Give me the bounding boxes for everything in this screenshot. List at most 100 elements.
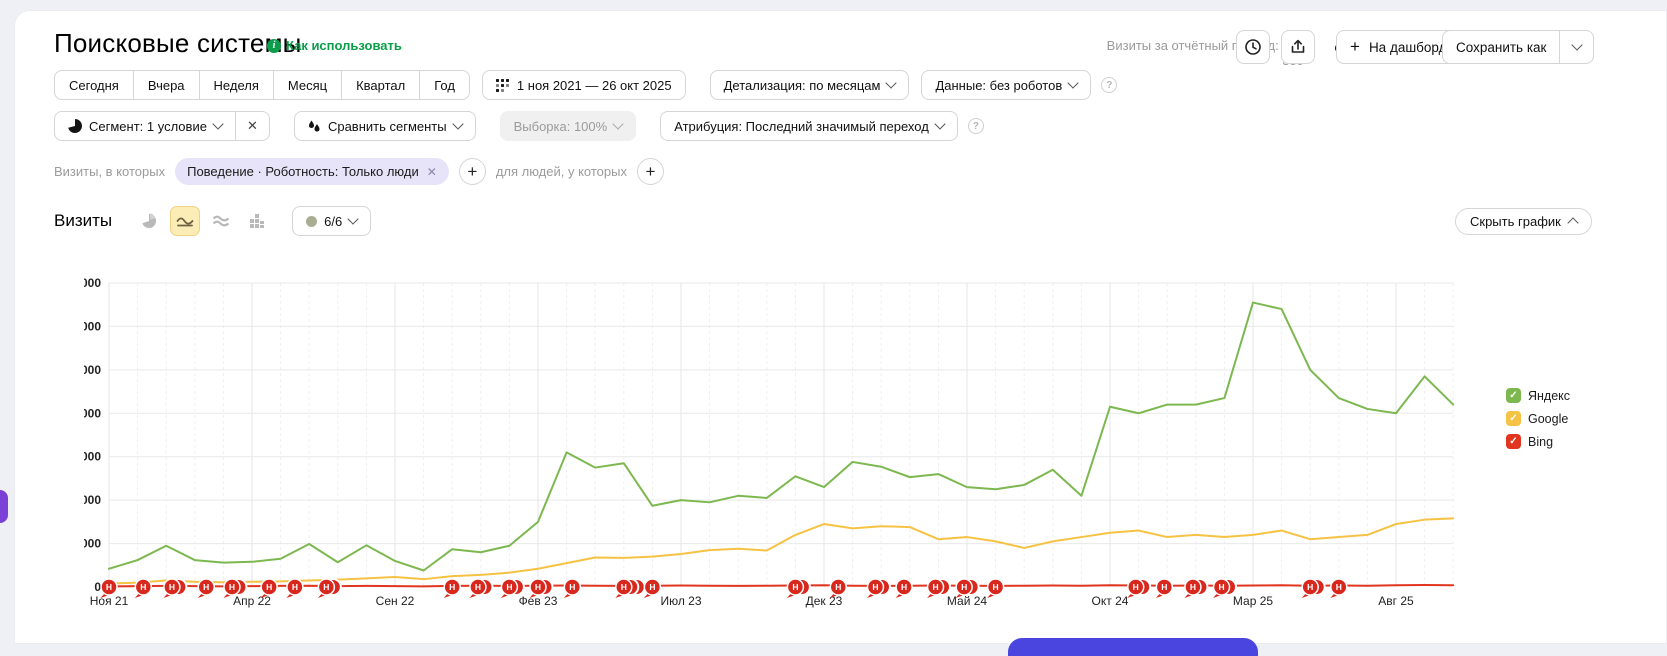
annotation-marker[interactable]: Н: [444, 579, 461, 598]
annotation-marker[interactable]: Н: [198, 579, 215, 598]
attribution-dropdown[interactable]: Атрибуция: Последний значимый переход: [660, 111, 958, 141]
save-as-menu-button[interactable]: [1560, 30, 1594, 64]
clock-icon: [1244, 38, 1262, 56]
legend-checkbox-icon[interactable]: ✓: [1506, 434, 1521, 449]
annotation-marker[interactable]: Н: [135, 579, 152, 598]
svg-text:Окт 24: Окт 24: [1092, 594, 1129, 608]
svg-text:Н: Н: [140, 582, 146, 592]
svg-text:Н: Н: [961, 582, 967, 592]
svg-text:Н: Н: [835, 582, 841, 592]
annotation-marker[interactable]: Н: [286, 579, 303, 598]
legend-item-яндекс[interactable]: ✓ Яндекс: [1506, 388, 1570, 403]
svg-text:2 000: 2 000: [84, 493, 101, 507]
legend-checkbox-icon[interactable]: ✓: [1506, 388, 1521, 403]
chart-type-line-button[interactable]: [170, 206, 200, 236]
svg-text:Фев 23: Фев 23: [519, 594, 558, 608]
svg-text:Н: Н: [169, 582, 175, 592]
columns-chart-icon: [249, 213, 265, 229]
annotation-marker[interactable]: Н: [896, 579, 913, 598]
preset-week-button[interactable]: Неделя: [199, 70, 274, 100]
annotation-marker[interactable]: Н: [987, 579, 1004, 598]
legend-item-bing[interactable]: ✓Bing: [1506, 434, 1570, 449]
svg-text:Авг 25: Авг 25: [1378, 594, 1414, 608]
legend-checkbox-icon[interactable]: ✓: [1506, 411, 1521, 426]
chart-type-columns-button[interactable]: [242, 206, 272, 236]
add-visit-filter-button[interactable]: +: [459, 158, 486, 185]
annotation-marker[interactable]: Н: [644, 579, 661, 598]
save-as-button[interactable]: Сохранить как: [1442, 30, 1560, 64]
remove-filter-icon[interactable]: ✕: [427, 165, 437, 179]
preset-month-button[interactable]: Месяц: [273, 70, 342, 100]
info-icon: i: [267, 39, 281, 53]
compare-segments-label: Сравнить сегменты: [328, 119, 447, 134]
chevron-down-icon: [1571, 39, 1582, 50]
page-title: Поисковые системы: [54, 28, 302, 59]
attribution-label: Атрибуция: Последний значимый переход: [674, 119, 929, 134]
calendar-icon: [496, 78, 510, 92]
save-as-split-button: Сохранить как: [1442, 30, 1594, 64]
preset-yesterday-button[interactable]: Вчера: [133, 70, 200, 100]
detail-dropdown[interactable]: Детализация: по месяцам: [710, 70, 910, 100]
export-button[interactable]: [1281, 30, 1315, 64]
filter-chip-robots[interactable]: Поведение · Роботность: Только люди ✕: [175, 158, 449, 185]
hide-chart-label: Скрыть график: [1470, 214, 1561, 229]
add-people-filter-button[interactable]: +: [637, 158, 664, 185]
preset-year-button[interactable]: Год: [419, 70, 470, 100]
svg-text:Н: Н: [292, 582, 298, 592]
svg-text:Н: Н: [1218, 582, 1224, 592]
svg-text:Мар 25: Мар 25: [1233, 594, 1273, 608]
svg-text:Н: Н: [323, 582, 329, 592]
chart-legend: ✓ Яндекс ✓Google ✓Bing: [1506, 388, 1570, 449]
how-to-use-link[interactable]: i Как использовать: [267, 38, 402, 53]
people-filter-label: для людей, у которых: [496, 164, 627, 179]
svg-text:Н: Н: [872, 582, 878, 592]
svg-text:Ноя 21: Ноя 21: [90, 594, 129, 608]
sampling-dropdown[interactable]: Выборка: 100%: [500, 111, 637, 141]
annotation-marker[interactable]: Н: [564, 579, 581, 598]
hide-chart-button[interactable]: Скрыть график: [1455, 208, 1592, 235]
preset-quarter-button[interactable]: Квартал: [341, 70, 420, 100]
legend-label: Яндекс: [1528, 389, 1570, 403]
svg-text:Н: Н: [203, 582, 209, 592]
svg-text:Н: Н: [266, 582, 272, 592]
chevron-down-icon: [452, 118, 463, 129]
line-chart-icon: [176, 213, 194, 229]
stacked-area-icon: [212, 213, 230, 229]
feedback-side-tab[interactable]: [0, 490, 8, 523]
data-mode-label: Данные: без роботов: [935, 78, 1062, 93]
chart-type-area-button[interactable]: [206, 206, 236, 236]
visits-chart[interactable]: 01 0002 0003 0004 0005 0006 0007 000Ноя …: [84, 260, 1474, 620]
annotation-marker[interactable]: Н: [1330, 579, 1347, 598]
svg-text:Май 24: Май 24: [947, 594, 988, 608]
annotation-marker[interactable]: Н: [1156, 579, 1173, 598]
legend-item-google[interactable]: ✓Google: [1506, 411, 1570, 426]
history-button[interactable]: [1236, 30, 1270, 64]
chevron-down-icon: [934, 118, 945, 129]
chart-type-pie-button[interactable]: [134, 206, 164, 236]
svg-text:Н: Н: [649, 582, 655, 592]
svg-text:1 000: 1 000: [84, 537, 101, 551]
svg-text:7 000: 7 000: [84, 276, 101, 290]
chart-metric-title: Визиты: [54, 211, 112, 231]
svg-text:Н: Н: [1307, 582, 1313, 592]
segment-dropdown[interactable]: Сегмент: 1 условие: [54, 111, 236, 141]
compare-segments-dropdown[interactable]: Сравнить сегменты: [294, 111, 476, 141]
preset-today-button[interactable]: Сегодня: [54, 70, 134, 100]
chat-widget-pill[interactable]: [1008, 638, 1258, 656]
svg-text:Н: Н: [932, 582, 938, 592]
data-mode-dropdown[interactable]: Данные: без роботов: [921, 70, 1091, 100]
clear-segment-button[interactable]: ✕: [236, 111, 270, 141]
visits-line-chart-svg[interactable]: 01 0002 0003 0004 0005 0006 0007 000Ноя …: [84, 260, 1474, 620]
svg-text:Н: Н: [1161, 582, 1167, 592]
chevron-down-icon: [613, 118, 624, 129]
svg-text:Н: Н: [901, 582, 907, 592]
help-icon[interactable]: ?: [968, 118, 984, 134]
date-range-button[interactable]: 1 ноя 2021 — 26 окт 2025: [482, 70, 686, 100]
svg-text:Н: Н: [569, 582, 575, 592]
help-icon[interactable]: ?: [1101, 77, 1117, 93]
goals-dropdown[interactable]: 6/6: [292, 206, 371, 236]
chevron-down-icon: [348, 213, 359, 224]
svg-text:Н: Н: [621, 582, 627, 592]
chevron-down-icon: [1068, 77, 1079, 88]
svg-text:6 000: 6 000: [84, 319, 101, 333]
